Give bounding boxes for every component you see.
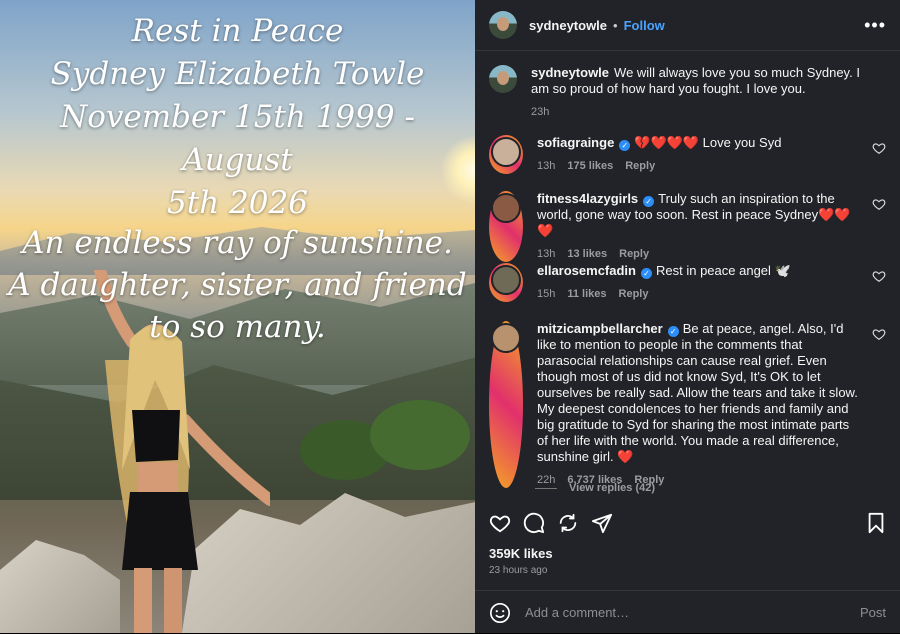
photo-caption-top: Rest in Peace Sydney Elizabeth Towle Nov… bbox=[0, 10, 475, 225]
send-icon[interactable] bbox=[591, 512, 613, 534]
caption-line: A daughter, sister, and friend bbox=[8, 267, 467, 303]
comment-icon[interactable] bbox=[523, 512, 545, 534]
comment-time: 15h bbox=[537, 288, 556, 300]
follow-button[interactable]: Follow bbox=[624, 18, 665, 33]
comment-text: Be at peace, angel. Also, I'd like to me… bbox=[537, 321, 858, 464]
comment-time: 13h bbox=[537, 160, 556, 172]
comment-likes[interactable]: 13 likes bbox=[567, 248, 607, 260]
heart-icon[interactable] bbox=[489, 512, 511, 534]
comment-text: Rest in peace angel 🕊️ bbox=[656, 263, 791, 278]
tree bbox=[370, 400, 470, 470]
comment-body: fitness4lazygirls ✓ Truly such an inspirat… bbox=[537, 191, 886, 262]
likes-count[interactable]: 359K likes bbox=[489, 546, 553, 561]
avatar[interactable] bbox=[489, 135, 523, 174]
comment-time: 13h bbox=[537, 248, 556, 260]
comment-meta: 13h 175 likes Reply bbox=[537, 158, 862, 174]
comment-meta: 23h bbox=[531, 104, 862, 120]
avatar[interactable] bbox=[489, 263, 523, 302]
comment-body: sofiagrainge ✓ 💔❤️❤️❤️ Love you Syd 13h 175… bbox=[537, 135, 886, 174]
comment-item: fitness4lazygirls ✓ Truly such an inspirat… bbox=[489, 191, 886, 262]
comment-body: sydneytowle We will always love you so mu… bbox=[531, 65, 886, 120]
post-header: sydneytowle • Follow ••• bbox=[475, 0, 900, 51]
heart-icon[interactable] bbox=[872, 327, 886, 341]
caption-line: November 15th 1999 - August bbox=[60, 99, 415, 178]
emoji-icon[interactable] bbox=[489, 602, 511, 624]
avatar[interactable] bbox=[489, 11, 517, 39]
comment-meta: 15h 11 likes Reply bbox=[537, 286, 862, 302]
caption-line: Sydney Elizabeth Towle bbox=[50, 56, 425, 92]
reply-button[interactable]: Reply bbox=[619, 248, 649, 260]
comment-likes[interactable]: 175 likes bbox=[567, 160, 613, 172]
caption-post: sydneytowle We will always love you so mu… bbox=[489, 65, 886, 120]
comment-meta: 13h 13 likes Reply bbox=[537, 246, 862, 262]
post-photo[interactable]: Rest in Peace Sydney Elizabeth Towle Nov… bbox=[0, 0, 475, 633]
comment-item: sofiagrainge ✓ 💔❤️❤️❤️ Love you Syd 13h 175… bbox=[489, 135, 886, 174]
comment-username[interactable]: fitness4lazygirls bbox=[537, 191, 638, 206]
post-button[interactable]: Post bbox=[860, 605, 886, 620]
divider bbox=[535, 487, 557, 489]
heart-icon[interactable] bbox=[872, 141, 886, 155]
more-icon[interactable]: ••• bbox=[864, 15, 886, 36]
caption-line: to so many. bbox=[149, 309, 326, 345]
comment-likes[interactable]: 11 likes bbox=[567, 288, 606, 300]
caption-line: Rest in Peace bbox=[131, 13, 344, 49]
comment-item: mitzicampbellarcher ✓ Be at peace, angel. … bbox=[489, 321, 886, 488]
reply-button[interactable]: Reply bbox=[625, 160, 655, 172]
author-username[interactable]: sydneytowle bbox=[529, 18, 607, 33]
comment-body: mitzicampbellarcher ✓ Be at peace, angel. … bbox=[537, 321, 886, 488]
avatar[interactable] bbox=[489, 191, 523, 262]
heart-icon[interactable] bbox=[872, 197, 886, 211]
comment-time: 23h bbox=[531, 106, 550, 118]
bookmark-icon[interactable] bbox=[866, 512, 886, 534]
caption-line: 5th 2026 bbox=[167, 185, 308, 221]
comment-body: ellarosemcfadin ✓ Rest in peace angel 🕊️ 1… bbox=[537, 263, 886, 302]
verified-icon: ✓ bbox=[619, 140, 631, 151]
comment-username[interactable]: mitzicampbellarcher bbox=[537, 321, 663, 336]
action-bar bbox=[489, 509, 886, 537]
verified-icon: ✓ bbox=[641, 268, 652, 279]
comment-username[interactable]: sydneytowle bbox=[531, 65, 609, 80]
comment-input[interactable]: Add a comment… bbox=[525, 605, 629, 620]
comment-username[interactable]: sofiagrainge bbox=[537, 135, 614, 150]
comment-item: ellarosemcfadin ✓ Rest in peace angel 🕊️ 1… bbox=[489, 263, 886, 302]
comment-text: 💔❤️❤️❤️ Love you Syd bbox=[634, 135, 782, 150]
reply-button[interactable]: Reply bbox=[619, 288, 649, 300]
share-icon[interactable] bbox=[557, 512, 579, 534]
photo-caption-bottom: An endless ray of sunshine. A daughter, … bbox=[0, 222, 475, 348]
add-comment-bar: Add a comment… Post bbox=[475, 590, 900, 634]
view-replies-button[interactable]: View replies (42) bbox=[535, 482, 655, 494]
heart-icon[interactable] bbox=[872, 269, 886, 283]
posted-time: 23 hours ago bbox=[489, 565, 548, 576]
comment-username[interactable]: ellarosemcfadin bbox=[537, 263, 636, 278]
avatar[interactable] bbox=[489, 65, 517, 93]
post-panel: sydneytowle • Follow ••• sydneytowle We w… bbox=[475, 0, 900, 633]
caption-line: An endless ray of sunshine. bbox=[22, 225, 453, 261]
verified-icon: ✓ bbox=[667, 326, 679, 337]
avatar[interactable] bbox=[489, 321, 523, 488]
separator: • bbox=[613, 17, 618, 33]
comments-list[interactable]: sydneytowle We will always love you so mu… bbox=[475, 51, 900, 501]
verified-icon: ✓ bbox=[643, 196, 655, 207]
view-replies-label: View replies (42) bbox=[569, 482, 656, 494]
